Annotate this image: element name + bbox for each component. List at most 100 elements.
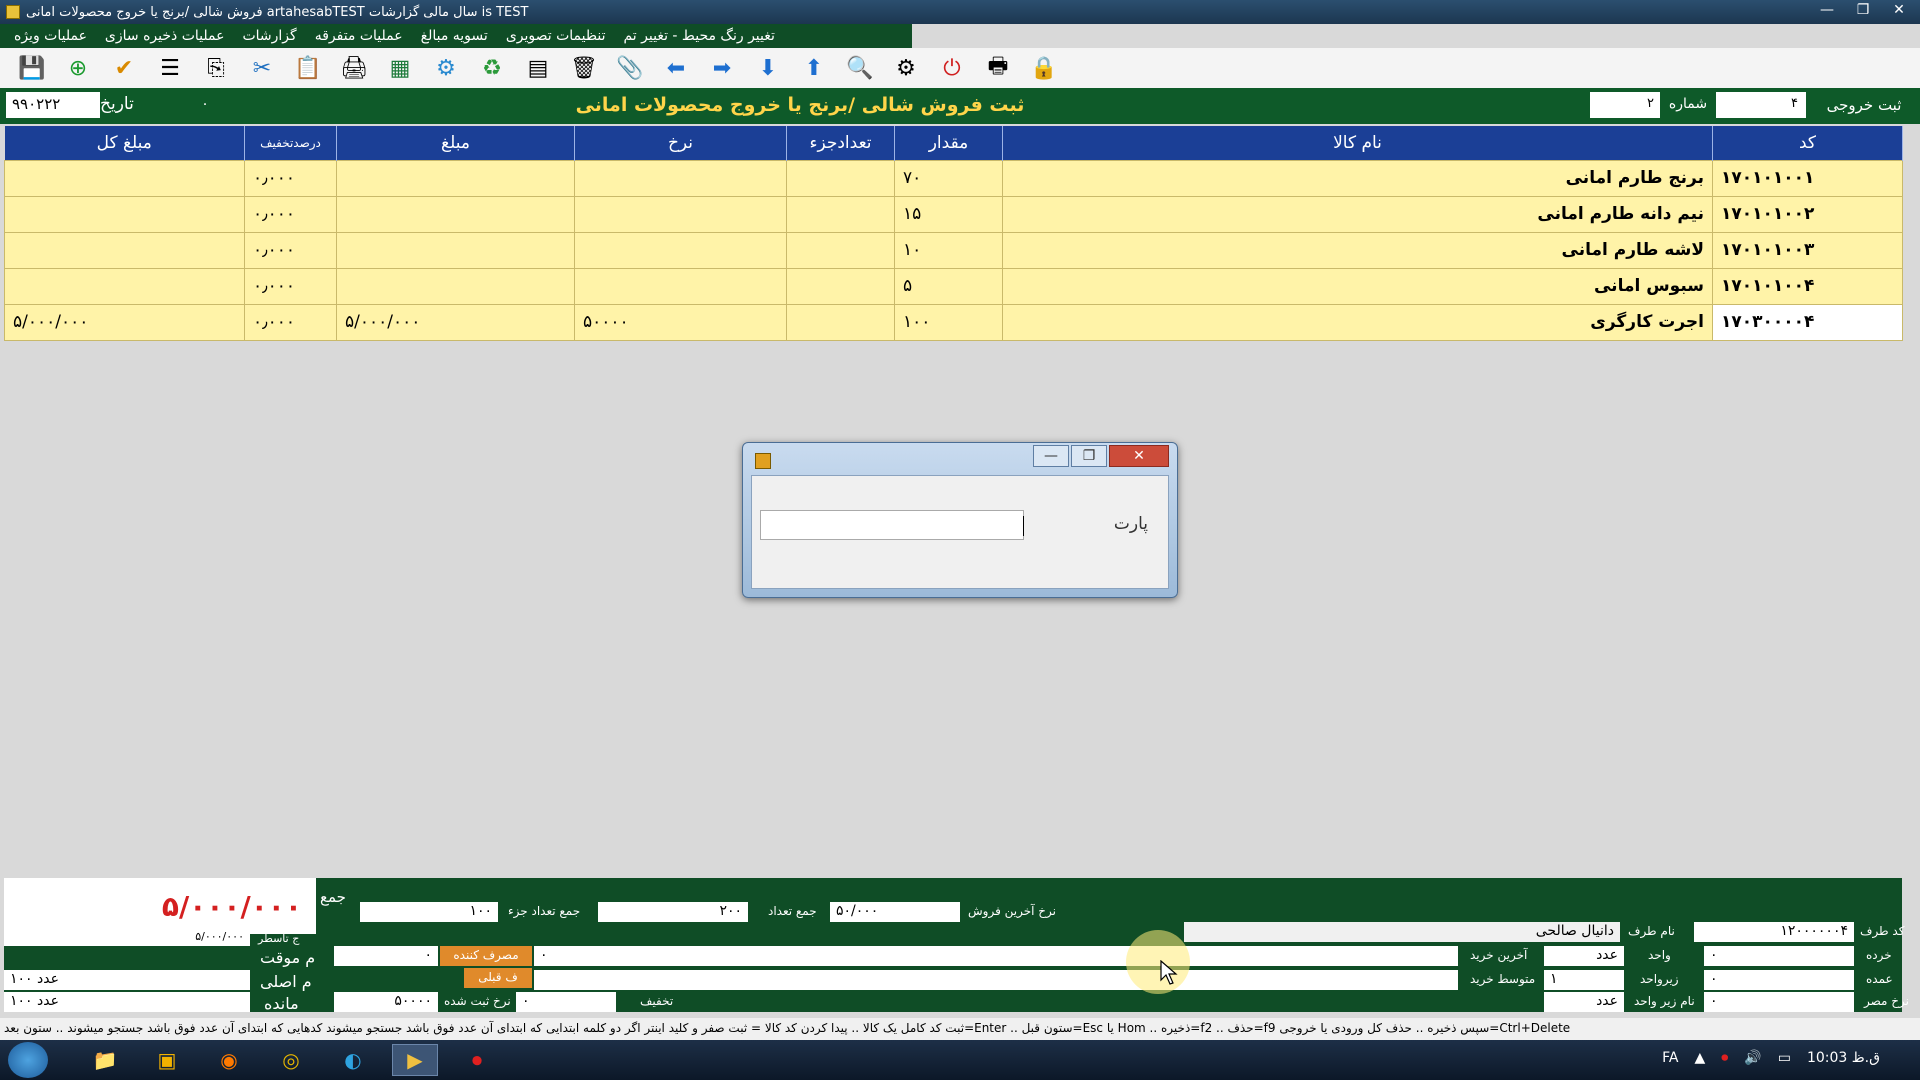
- cell-qty[interactable]: ۱۰۰: [894, 303, 1003, 341]
- cell-qty[interactable]: ۵: [894, 267, 1003, 305]
- table-row[interactable]: ۱۷۰۱۰۱۰۰۲ نیم دانه طارم امانی ۱۵ ۰٫۰۰۰: [4, 195, 1903, 233]
- printer-icon[interactable]: 🖶: [978, 51, 1018, 85]
- arrow-up-icon[interactable]: ⬆: [794, 51, 834, 85]
- excel-icon[interactable]: ▦: [380, 51, 420, 85]
- settings-icon[interactable]: ⚙: [426, 51, 466, 85]
- menu-item-visual-settings[interactable]: تنظیمات تصویری: [500, 28, 612, 44]
- cell-qty[interactable]: ۷۰: [894, 159, 1003, 197]
- cell-discount[interactable]: ۰٫۰۰۰: [244, 267, 337, 305]
- cell-parts[interactable]: [786, 231, 895, 269]
- cell-code[interactable]: ۱۷۰۱۰۱۰۰۳: [1712, 231, 1903, 269]
- table-row[interactable]: ۱۷۰۳۰۰۰۰۴ اجرت کارگری ۱۰۰ ۵۰۰۰۰ ۵/۰۰۰/۰۰…: [4, 303, 1903, 341]
- chrome-icon[interactable]: ◎: [268, 1044, 314, 1076]
- col-amount[interactable]: مبلغ: [336, 126, 575, 160]
- clipboard-icon[interactable]: 📎: [610, 51, 650, 85]
- app-taskbar-icon[interactable]: ▶: [392, 1044, 438, 1076]
- language-indicator[interactable]: FA: [1662, 1050, 1678, 1066]
- cell-qty[interactable]: ۱۰: [894, 231, 1003, 269]
- col-parts[interactable]: تعدادجزء: [786, 126, 895, 160]
- dialog-minimize-button[interactable]: —: [1033, 445, 1069, 467]
- maximize-button[interactable]: ❐: [1846, 0, 1880, 20]
- cell-rate[interactable]: ۵۰۰۰۰: [574, 303, 787, 341]
- cell-code[interactable]: ۱۷۰۳۰۰۰۰۴: [1712, 303, 1903, 341]
- dialog-close-button[interactable]: ✕: [1109, 445, 1169, 467]
- cell-discount[interactable]: ۰٫۰۰۰: [244, 231, 337, 269]
- arrow-left-icon[interactable]: ⬅: [656, 51, 696, 85]
- search-icon[interactable]: 🔍: [840, 51, 880, 85]
- list-icon[interactable]: ☰: [150, 51, 190, 85]
- cell-amount[interactable]: ۵/۰۰۰/۰۰۰: [336, 303, 575, 341]
- paste-icon[interactable]: 📋: [288, 51, 328, 85]
- minimize-button[interactable]: —: [1810, 0, 1844, 20]
- type-field[interactable]: ۴: [1716, 92, 1806, 118]
- cell-total[interactable]: [4, 159, 245, 197]
- firefox-icon[interactable]: ◉: [206, 1044, 252, 1076]
- cell-rate[interactable]: [574, 159, 787, 197]
- cell-parts[interactable]: [786, 159, 895, 197]
- table-row[interactable]: ۱۷۰۱۰۱۰۰۴ سبوس امانی ۵ ۰٫۰۰۰: [4, 267, 1903, 305]
- gear-icon[interactable]: ⚙: [886, 51, 926, 85]
- menu-item-theme[interactable]: تغییر رنگ محیط - تغییر تم: [617, 28, 780, 44]
- network-icon[interactable]: ▭: [1778, 1050, 1791, 1066]
- cell-discount[interactable]: ۰٫۰۰۰: [244, 159, 337, 197]
- cell-code[interactable]: ۱۷۰۱۰۱۰۰۲: [1712, 195, 1903, 233]
- table-row[interactable]: ۱۷۰۱۰۱۰۰۳ لاشه طارم امانی ۱۰ ۰٫۰۰۰: [4, 231, 1903, 269]
- power-icon[interactable]: ⏻: [932, 51, 972, 85]
- save-icon[interactable]: 💾: [12, 51, 52, 85]
- menu-item-settlement[interactable]: تسویه مبالغ: [415, 28, 494, 44]
- table-row[interactable]: ۱۷۰۱۰۱۰۰۱ برنج طارم امانی ۷۰ ۰٫۰۰۰: [4, 159, 1903, 197]
- start-button[interactable]: [8, 1042, 48, 1078]
- cell-name[interactable]: برنج طارم امانی: [1002, 159, 1713, 197]
- media-icon[interactable]: ▣: [144, 1044, 190, 1076]
- col-code[interactable]: کد: [1712, 126, 1903, 160]
- cell-total[interactable]: ۵/۰۰۰/۰۰۰: [4, 303, 245, 341]
- recycle-icon[interactable]: ♻: [472, 51, 512, 85]
- cut-icon[interactable]: ✂: [242, 51, 282, 85]
- cell-qty[interactable]: ۱۵: [894, 195, 1003, 233]
- col-rate[interactable]: نرخ: [574, 126, 787, 160]
- cell-rate[interactable]: [574, 231, 787, 269]
- col-item-name[interactable]: نام کالا: [1002, 126, 1713, 160]
- date-field[interactable]: ۹۹۰۲۲۲: [6, 92, 100, 118]
- cell-amount[interactable]: [336, 195, 575, 233]
- close-button[interactable]: ✕: [1882, 0, 1916, 20]
- cell-total[interactable]: [4, 231, 245, 269]
- cell-name[interactable]: لاشه طارم امانی: [1002, 231, 1713, 269]
- volume-icon[interactable]: 🔊: [1744, 1050, 1761, 1066]
- dialog-maximize-button[interactable]: ❐: [1071, 445, 1107, 467]
- menu-item-misc[interactable]: عملیات متفرقه: [309, 28, 409, 44]
- menu-item-special[interactable]: عملیات ویژه: [8, 28, 93, 44]
- cell-parts[interactable]: [786, 195, 895, 233]
- part-input[interactable]: [760, 510, 1025, 540]
- menu-item-save-ops[interactable]: عملیات ذخیره سازی: [99, 28, 231, 44]
- cell-code[interactable]: ۱۷۰۱۰۱۰۰۴: [1712, 267, 1903, 305]
- cell-code[interactable]: ۱۷۰۱۰۱۰۰۱: [1712, 159, 1903, 197]
- delete-icon[interactable]: 🗑: [564, 51, 604, 85]
- check-icon[interactable]: ✔: [104, 51, 144, 85]
- cell-rate[interactable]: [574, 267, 787, 305]
- cell-total[interactable]: [4, 267, 245, 305]
- menu-item-reports[interactable]: گزارشات: [236, 28, 302, 44]
- cell-discount[interactable]: ۰٫۰۰۰: [244, 303, 337, 341]
- calculator-icon[interactable]: ▤: [518, 51, 558, 85]
- party-code-field[interactable]: ۱۲۰۰۰۰۰۰۴: [1694, 922, 1854, 942]
- tray-arrow-icon[interactable]: ▲: [1694, 1050, 1705, 1066]
- edge-icon[interactable]: ◐: [330, 1044, 376, 1076]
- arrow-down-icon[interactable]: ⬇: [748, 51, 788, 85]
- add-icon[interactable]: ⊕: [58, 51, 98, 85]
- cell-parts[interactable]: [786, 303, 895, 341]
- col-discount[interactable]: درصدتخفیف: [244, 126, 337, 160]
- cell-amount[interactable]: [336, 267, 575, 305]
- copy-icon[interactable]: ⎘: [196, 51, 236, 85]
- party-name-field[interactable]: دانیال صالحی: [1184, 922, 1620, 942]
- print-icon[interactable]: 🖨: [334, 51, 374, 85]
- arrow-right-icon[interactable]: ➡: [702, 51, 742, 85]
- cell-name[interactable]: اجرت کارگری: [1002, 303, 1713, 341]
- file-explorer-icon[interactable]: 📁: [82, 1044, 128, 1076]
- lock-icon[interactable]: 🔒: [1024, 51, 1064, 85]
- cell-name[interactable]: سبوس امانی: [1002, 267, 1713, 305]
- cell-amount[interactable]: [336, 159, 575, 197]
- col-quantity[interactable]: مقدار: [894, 126, 1003, 160]
- clock[interactable]: 10:03 ق.ظ: [1807, 1050, 1880, 1066]
- record-icon[interactable]: ⏺: [454, 1044, 500, 1076]
